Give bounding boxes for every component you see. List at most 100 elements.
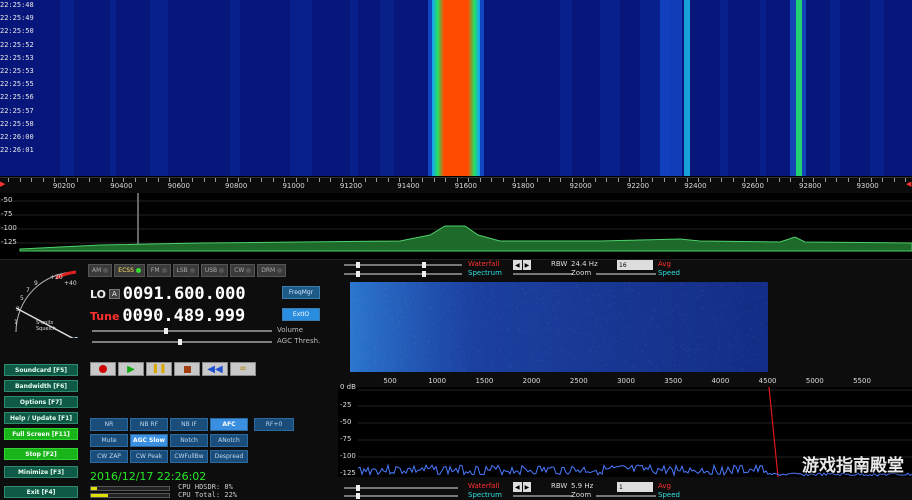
waterfall-timestamp: 22:25:48 (0, 1, 34, 9)
mode-selector: AM ECSS FM LSB USB CW DRM (88, 264, 328, 278)
dsp-button[interactable]: ANotch (210, 434, 248, 447)
play-button[interactable]: ▶ (118, 362, 144, 376)
waterfall-image (0, 0, 912, 176)
af-waterfall-slider-2[interactable] (408, 262, 462, 268)
scroll-right-marker[interactable]: ◀ (906, 180, 912, 188)
mode-button-drm[interactable]: DRM (257, 264, 287, 277)
mode-button-cw[interactable]: CW (230, 264, 256, 277)
frequency-tick-label: 91200 (339, 182, 363, 190)
loop-button[interactable]: ∞ (230, 362, 256, 376)
speed-slider[interactable] (596, 273, 656, 275)
frequency-tick (77, 178, 78, 182)
frequency-scale[interactable]: ▶ ◀ 90200 90400 90600 90800 91000 91200 91400 9… (0, 177, 912, 193)
mode-indicator-icon (219, 268, 225, 273)
mode-button-lsb[interactable]: LSB (172, 264, 199, 277)
af-db-label: -75 (340, 435, 352, 443)
pause-button[interactable]: ❚❚ (146, 362, 172, 376)
af-frequency-label: 5500 (853, 377, 871, 385)
dsp-button[interactable]: AGC Slow (130, 434, 168, 447)
mode-label: USB (204, 267, 218, 274)
frequency-tick (157, 178, 159, 182)
freqmgr-button[interactable]: FreqMgr (282, 286, 320, 299)
mode-button-fm[interactable]: FM (146, 264, 171, 277)
rewind-icon: ◀◀ (207, 363, 223, 375)
af-frequency-label: 4500 (758, 377, 777, 385)
avg-select[interactable]: 16 (617, 260, 653, 270)
record-button[interactable] (90, 362, 116, 376)
dsp-button[interactable]: Despread (210, 450, 248, 463)
volume-slider-knob[interactable] (164, 328, 168, 334)
spectrum-graph (0, 193, 912, 252)
af-frequency-scale[interactable]: 500 1000 1500 2000 2500 3000 3500 4000 4500 5000 5… (338, 377, 912, 387)
dsp-button[interactable]: CW ZAP (90, 450, 128, 463)
dsp-button[interactable]: AFC (210, 418, 248, 431)
rbw2-stepper[interactable]: ◀ ▶ (513, 482, 532, 492)
dsp-button[interactable]: Notch (170, 434, 208, 447)
cpu-hdsdr-bar (90, 486, 170, 491)
speed2-slider[interactable] (596, 495, 656, 497)
zoom2-slider[interactable] (513, 495, 573, 497)
dsp-button[interactable]: CWFullBw (170, 450, 208, 463)
function-button[interactable]: Options [F7] (4, 396, 78, 408)
frequency-tick (836, 178, 837, 182)
function-button[interactable]: Stop [F2] (4, 448, 78, 460)
frequency-tick (100, 178, 101, 182)
mode-indicator-icon (189, 268, 195, 273)
agc-threshold-knob[interactable] (178, 339, 182, 345)
zoom-slider[interactable] (513, 273, 573, 275)
frequency-tick-label: 91600 (454, 182, 477, 190)
rf-spectrum[interactable]: -50 -75 -100 -125 (0, 193, 912, 258)
frequency-tick (445, 178, 446, 182)
rf-waterfall[interactable]: 22:25:48 22:25:49 22:25:50 22:25:52 22:25:53… (0, 0, 912, 176)
scroll-left-marker[interactable]: ▶ (0, 180, 6, 188)
af-frequency-label: 2000 (522, 377, 541, 385)
af-waterfall[interactable] (350, 282, 768, 372)
function-button[interactable]: Help / Update [F1] (4, 412, 78, 424)
frequency-tick (318, 178, 320, 182)
frequency-tick (893, 178, 895, 182)
function-button[interactable]: Soundcard [F5] (4, 364, 78, 376)
lo-lock-button[interactable]: A (108, 289, 120, 299)
rbw2-decrease[interactable]: ◀ (513, 482, 522, 492)
af2-waterfall-slider[interactable] (344, 485, 458, 491)
dsp-button[interactable]: NR (90, 418, 128, 431)
lo-frequency[interactable]: 0091.600.000 (123, 284, 246, 304)
rbw-value: 24.4 Hz (571, 260, 598, 268)
avg2-select[interactable]: 1 (617, 482, 653, 492)
mode-button-usb[interactable]: USB (200, 264, 229, 277)
dsp-button[interactable]: NB IF (170, 418, 208, 431)
dsp-button[interactable]: RF+0 (254, 418, 294, 431)
af-spectrum-slider-2[interactable] (408, 271, 462, 277)
frequency-tick-label: 90200 (52, 182, 76, 190)
meter-label: 5 (20, 295, 24, 302)
frequency-tick (491, 178, 492, 182)
frequency-tick (88, 178, 90, 182)
frequency-tick (686, 178, 688, 182)
rbw2-increase[interactable]: ▶ (522, 482, 532, 492)
frequency-tick (640, 178, 642, 182)
af2-spectrum-slider[interactable] (344, 493, 458, 499)
avg2-label: Avg (658, 482, 671, 490)
frequency-tick (295, 178, 297, 182)
cpu-total-text: CPU Total: 22% (178, 491, 238, 499)
extio-button[interactable]: ExtIO (282, 308, 320, 321)
rbw-stepper[interactable]: ◀ ▶ (513, 260, 532, 270)
mode-button-ecss[interactable]: ECSS (114, 264, 145, 277)
rbw-decrease[interactable]: ◀ (513, 260, 522, 270)
frequency-tick (54, 178, 55, 182)
frequency-tick (663, 178, 665, 182)
mode-button-am[interactable]: AM (88, 264, 113, 277)
dsp-button[interactable]: Mute (90, 434, 128, 447)
dsp-button[interactable]: NB RF (130, 418, 168, 431)
dsp-button[interactable]: CW Peak (130, 450, 168, 463)
function-button[interactable]: Exit [F4] (4, 486, 78, 498)
function-button[interactable]: Bandwidth [F6] (4, 380, 78, 392)
rewind-button[interactable]: ◀◀ (202, 362, 228, 376)
agc-threshold-slider[interactable] (92, 339, 272, 345)
volume-slider[interactable] (92, 328, 272, 334)
rbw-increase[interactable]: ▶ (522, 260, 532, 270)
stop-button[interactable] (174, 362, 200, 376)
function-button[interactable]: Full Screen [F11] (4, 428, 78, 440)
tune-frequency[interactable]: 0090.489.999 (122, 306, 245, 326)
function-button[interactable]: Minimize [F3] (4, 466, 78, 478)
